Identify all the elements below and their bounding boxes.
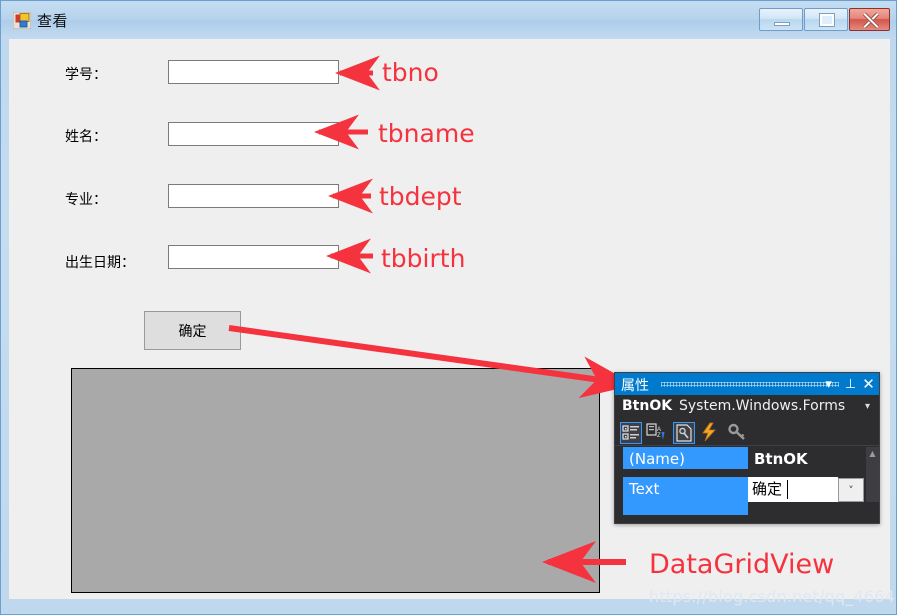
text-cursor	[787, 480, 788, 499]
annotation-tbdept: tbdept	[379, 182, 462, 211]
input-tbname[interactable]	[168, 122, 339, 146]
property-row-next-partial	[623, 502, 748, 515]
annotation-tbno: tbno	[382, 58, 439, 87]
scroll-up-icon[interactable]: ▲	[866, 447, 879, 461]
properties-page-icon[interactable]	[673, 422, 695, 444]
properties-titlebar[interactable]: 属性 ▾ ⊥ ✕	[615, 373, 879, 395]
minimize-icon	[774, 22, 790, 26]
input-tbno[interactable]	[168, 60, 339, 84]
form-window: 查看 学号： 姓名： 专业： 出生日期： 确定 tbno tbname tbde…	[0, 0, 897, 615]
events-lightning-icon[interactable]	[699, 422, 721, 444]
label-name: 姓名：	[65, 129, 107, 145]
minimize-button[interactable]	[759, 8, 803, 31]
properties-object-name: BtnOK	[622, 398, 673, 414]
winforms-icon	[13, 12, 31, 29]
pin-icon[interactable]: ⊥	[842, 376, 859, 393]
label-major: 专业：	[65, 192, 107, 208]
properties-object-type: System.Windows.Forms	[679, 398, 846, 414]
close-button[interactable]	[849, 8, 890, 31]
properties-toolbar: A Z	[615, 420, 879, 446]
property-dropdown-button[interactable]: ˅	[838, 478, 864, 502]
data-grid-view[interactable]	[71, 368, 600, 593]
properties-bottom-strip	[615, 502, 879, 523]
properties-title: 属性	[621, 378, 649, 394]
alphabetical-sort-icon[interactable]: A Z	[645, 422, 667, 444]
label-student-no: 学号：	[65, 67, 107, 83]
annotation-tbbirth: tbbirth	[381, 244, 466, 273]
chevron-down-icon[interactable]: ▾	[820, 376, 837, 393]
input-tbbirth[interactable]	[168, 245, 339, 269]
svg-text:Z: Z	[657, 433, 661, 439]
property-row-text[interactable]: Text 确定 ˅	[615, 477, 879, 502]
properties-scrollbar[interactable]: ▲	[866, 447, 879, 502]
input-tbdept[interactable]	[168, 184, 339, 208]
property-key-text: Text	[623, 477, 748, 502]
property-value-name[interactable]: BtnOK	[748, 447, 866, 472]
properties-object-selector[interactable]: BtnOK System.Windows.Forms ▾	[615, 395, 879, 420]
properties-panel: 属性 ▾ ⊥ ✕ BtnOK System.Windows.Forms ▾ A …	[614, 372, 880, 524]
categorized-view-icon[interactable]	[620, 422, 642, 444]
label-birthdate: 出生日期：	[65, 255, 135, 271]
watermark: https://blog.csdn.net/qq_46649692	[649, 587, 896, 606]
annotation-datagridview: DataGridView	[649, 549, 835, 580]
drag-grip-dots	[661, 382, 839, 387]
ok-button[interactable]: 确定	[144, 311, 241, 350]
chevron-down-icon[interactable]: ▾	[865, 401, 870, 412]
window-titlebar[interactable]: 查看	[1, 1, 896, 39]
key-icon[interactable]	[727, 422, 749, 444]
maximize-button[interactable]	[804, 8, 848, 31]
window-title: 查看	[37, 12, 69, 30]
close-icon[interactable]: ✕	[860, 376, 877, 393]
maximize-icon	[819, 13, 835, 27]
property-value-text-input[interactable]: 确定	[748, 477, 838, 502]
close-icon	[861, 12, 880, 29]
annotation-tbname: tbname	[378, 119, 475, 148]
